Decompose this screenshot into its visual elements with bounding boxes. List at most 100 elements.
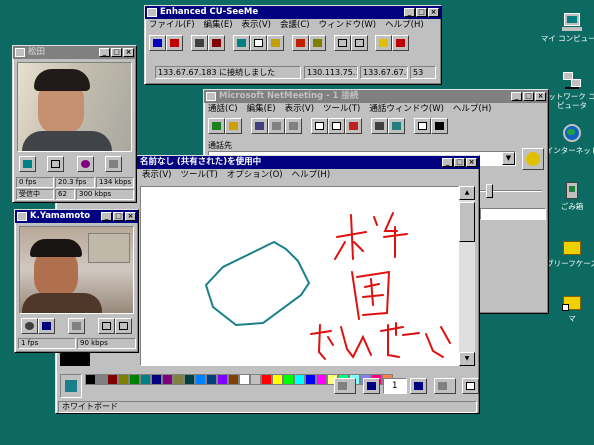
mute-button[interactable] bbox=[308, 35, 326, 51]
monitor-button[interactable] bbox=[46, 156, 64, 172]
menu-item-conference[interactable]: 会議(C) bbox=[280, 19, 310, 32]
palette-swatch[interactable] bbox=[117, 374, 129, 385]
prev-page-button[interactable] bbox=[362, 378, 380, 394]
menu-item-help[interactable]: ヘルプ(H) bbox=[453, 103, 492, 116]
palette-swatch[interactable] bbox=[227, 374, 239, 385]
netmeeting-titlebar[interactable]: Microsoft NetMeeting - 1 接続 _ □ × bbox=[204, 90, 548, 103]
palette-swatch[interactable] bbox=[260, 374, 272, 385]
palette-swatch[interactable] bbox=[139, 374, 151, 385]
menu-item-file[interactable]: ファイル(F) bbox=[149, 19, 195, 32]
next-page-button[interactable] bbox=[409, 378, 427, 394]
palette-swatch[interactable] bbox=[128, 374, 140, 385]
menu-item-view[interactable]: 表示(V) bbox=[242, 19, 271, 32]
palette-swatch[interactable] bbox=[304, 374, 316, 385]
local-video-button[interactable] bbox=[190, 35, 208, 51]
transfer-button[interactable] bbox=[344, 118, 362, 134]
whiteboard-canvas[interactable] bbox=[140, 186, 459, 366]
minimize-button[interactable]: _ bbox=[511, 92, 522, 101]
palette-swatch[interactable] bbox=[293, 374, 305, 385]
menu-item-help[interactable]: ヘルプ(H) bbox=[385, 19, 424, 32]
help-button[interactable] bbox=[375, 35, 393, 51]
palette-swatch[interactable] bbox=[315, 374, 327, 385]
vertical-scrollbar[interactable]: ▲ ▼ bbox=[459, 186, 475, 366]
chat-button[interactable] bbox=[310, 118, 328, 134]
palette-swatch[interactable] bbox=[95, 374, 107, 385]
palette-swatch[interactable] bbox=[282, 374, 294, 385]
info-button[interactable] bbox=[114, 318, 132, 334]
menu-item-tools[interactable]: ツール(T) bbox=[323, 103, 360, 116]
collaborate-button[interactable] bbox=[267, 118, 285, 134]
palette-swatch[interactable] bbox=[172, 374, 184, 385]
palette-swatch[interactable] bbox=[205, 374, 217, 385]
phonebook-button[interactable] bbox=[232, 35, 250, 51]
menu-item-help[interactable]: ヘルプ(H) bbox=[292, 169, 331, 182]
video-button[interactable] bbox=[370, 118, 388, 134]
scroll-thumb[interactable] bbox=[459, 202, 475, 242]
palette-swatch[interactable] bbox=[238, 374, 250, 385]
minimize-button[interactable]: _ bbox=[99, 48, 110, 57]
snapshot-button[interactable] bbox=[21, 318, 38, 334]
close-button[interactable]: × bbox=[123, 48, 134, 57]
info-button[interactable] bbox=[104, 156, 122, 172]
chevron-down-icon[interactable]: ▼ bbox=[502, 152, 515, 165]
snapshot-button[interactable] bbox=[19, 156, 36, 172]
disconnect-button[interactable] bbox=[166, 35, 183, 51]
speed-dial-button[interactable] bbox=[284, 118, 302, 134]
video1-titlebar[interactable]: 松田 _ □ × bbox=[13, 46, 136, 59]
maximize-button[interactable]: □ bbox=[111, 48, 122, 57]
palette-swatch[interactable] bbox=[216, 374, 228, 385]
maximize-button[interactable]: □ bbox=[523, 92, 534, 101]
menu-item-call-window[interactable]: 通話ウィンドウ(W) bbox=[369, 103, 444, 116]
menu-item-view[interactable]: 表示(V) bbox=[142, 169, 171, 182]
menu-item-edit[interactable]: 編集(E) bbox=[247, 103, 276, 116]
slider-thumb[interactable] bbox=[486, 184, 493, 198]
minimize-button[interactable]: _ bbox=[442, 158, 453, 167]
scroll-up-button[interactable]: ▲ bbox=[459, 186, 475, 200]
close-button[interactable]: × bbox=[535, 92, 546, 101]
minimize-button[interactable]: _ bbox=[404, 8, 415, 17]
remote-video-button[interactable] bbox=[207, 35, 225, 51]
close-button[interactable]: × bbox=[428, 8, 439, 17]
scroll-down-button[interactable]: ▼ bbox=[459, 352, 475, 366]
palette-swatch[interactable] bbox=[271, 374, 283, 385]
maximize-button[interactable]: □ bbox=[454, 158, 465, 167]
dial-button[interactable] bbox=[522, 148, 544, 170]
video-window-1[interactable]: 松田 _ □ × 0 fps 20.3 fps 134 kbps 受信中 62 30… bbox=[12, 45, 137, 203]
monitor-button[interactable] bbox=[97, 318, 115, 334]
tile-button[interactable] bbox=[333, 35, 351, 51]
details-button[interactable] bbox=[430, 118, 448, 134]
line-width-swatch[interactable] bbox=[60, 352, 90, 366]
palette-swatch[interactable] bbox=[161, 374, 173, 385]
whiteboard-button[interactable] bbox=[266, 35, 284, 51]
menu-item-view[interactable]: 表示(V) bbox=[285, 103, 314, 116]
palette-swatch[interactable] bbox=[249, 374, 261, 385]
cuseeme-window[interactable]: Enhanced CU-SeeMe _ □ × ファイル(F) 編集(E) 表示(V… bbox=[144, 5, 442, 85]
video-window-2[interactable]: K.Yamamoto _ □ × 1 fps 90 kbps bbox=[14, 209, 139, 353]
video2-titlebar[interactable]: K.Yamamoto _ □ × bbox=[15, 210, 138, 223]
cuseeme-titlebar[interactable]: Enhanced CU-SeeMe _ □ × bbox=[145, 6, 441, 19]
menu-item-options[interactable]: オプション(O) bbox=[227, 169, 283, 182]
hangup-button[interactable] bbox=[225, 118, 242, 134]
menu-item-window[interactable]: ウィンドウ(W) bbox=[319, 19, 377, 32]
last-page-button[interactable] bbox=[433, 378, 456, 394]
palette-swatch[interactable] bbox=[84, 374, 96, 385]
palette-swatch[interactable] bbox=[194, 374, 206, 385]
insert-page-button[interactable] bbox=[462, 378, 480, 394]
audio-button[interactable] bbox=[291, 35, 309, 51]
audio-button[interactable] bbox=[38, 318, 55, 334]
page-number-field[interactable]: 1 bbox=[382, 378, 407, 394]
menu-item-call[interactable]: 通話(C) bbox=[208, 103, 238, 116]
maximize-button[interactable]: □ bbox=[416, 8, 427, 17]
palette-swatch[interactable] bbox=[106, 374, 118, 385]
close-button[interactable]: × bbox=[125, 212, 136, 221]
minimize-button[interactable]: _ bbox=[101, 212, 112, 221]
menu-item-tools[interactable]: ツール(T) bbox=[180, 169, 217, 182]
volume-slider[interactable] bbox=[480, 183, 546, 199]
call-button[interactable] bbox=[208, 118, 225, 134]
first-page-button[interactable] bbox=[334, 378, 356, 394]
about-button[interactable] bbox=[392, 35, 410, 51]
pause-button[interactable] bbox=[76, 156, 94, 172]
desktop-icon-my-computer[interactable]: マイ コンピュータ bbox=[539, 12, 594, 43]
directory-button[interactable] bbox=[413, 118, 431, 134]
close-button[interactable]: × bbox=[466, 158, 477, 167]
